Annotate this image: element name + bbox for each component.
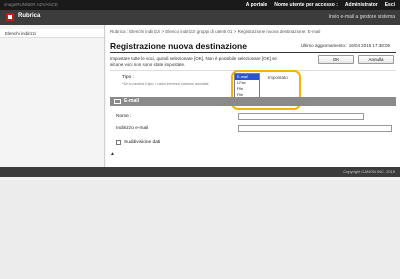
mail-icon <box>114 99 121 104</box>
user-label: Nome utente per accesso : <box>274 2 338 8</box>
name-input[interactable] <box>238 113 364 120</box>
email-admin-link[interactable]: Invio e-mail a gestore sistema <box>329 14 395 20</box>
portal-link[interactable]: A portale <box>246 2 267 8</box>
brand-logo: imageRUNNER ADVANCE <box>4 2 58 7</box>
address-book-icon <box>6 13 14 21</box>
section-title: E-mail <box>124 98 140 104</box>
logout-link[interactable]: Esci <box>385 2 395 8</box>
top-links: A portale Nome utente per accesso : Admi… <box>246 2 395 8</box>
cancel-button[interactable]: Annulla <box>358 55 394 64</box>
title-divider <box>110 52 396 53</box>
footer: Copyright CANON INC. 2015 <box>0 167 400 177</box>
user-name: Administrator <box>344 2 378 8</box>
split-data-label: Suddivisione dati <box>124 140 161 145</box>
sidebar: Elenchi indirizzi <box>0 25 105 167</box>
sidebar-item-address-lists[interactable]: Elenchi indirizzi <box>0 29 104 38</box>
split-data-checkbox[interactable] <box>116 140 121 145</box>
type-label: Tipo : <box>122 75 134 80</box>
scroll-to-top-icon[interactable]: ▲ <box>110 152 115 157</box>
last-updated: Ultimo aggiornamento : 16/04 2015 17:38:… <box>300 43 390 48</box>
name-label: Nome : <box>116 114 132 119</box>
type-note: *Se si cambia il tipo, i valori immessi … <box>122 82 210 86</box>
email-section-header: E-mail <box>110 97 396 106</box>
app-header: Rubrica Invio e-mail a gestore sistema <box>0 10 400 25</box>
main-content: Rubrica : Elenchi indirizzi > Elenco ind… <box>106 25 400 167</box>
ok-button[interactable]: OK <box>318 55 354 64</box>
breadcrumb: Rubrica : Elenchi indirizzi > Elenco ind… <box>110 29 321 34</box>
email-label: Indirizzo e-mail <box>116 126 149 131</box>
type-status: Impostato <box>268 75 288 80</box>
top-bar: imageRUNNER ADVANCE A portale Nome utent… <box>0 0 400 10</box>
page-title: Registrazione nuova destinazione <box>110 41 247 51</box>
app-title: Rubrica <box>18 13 41 19</box>
app-window: imageRUNNER ADVANCE A portale Nome utent… <box>0 0 400 180</box>
info-text: Impostare tutte le voci, quindi selezion… <box>110 56 277 67</box>
email-input[interactable] <box>238 125 392 132</box>
copyright: Copyright CANON INC. 2015 <box>343 169 395 174</box>
